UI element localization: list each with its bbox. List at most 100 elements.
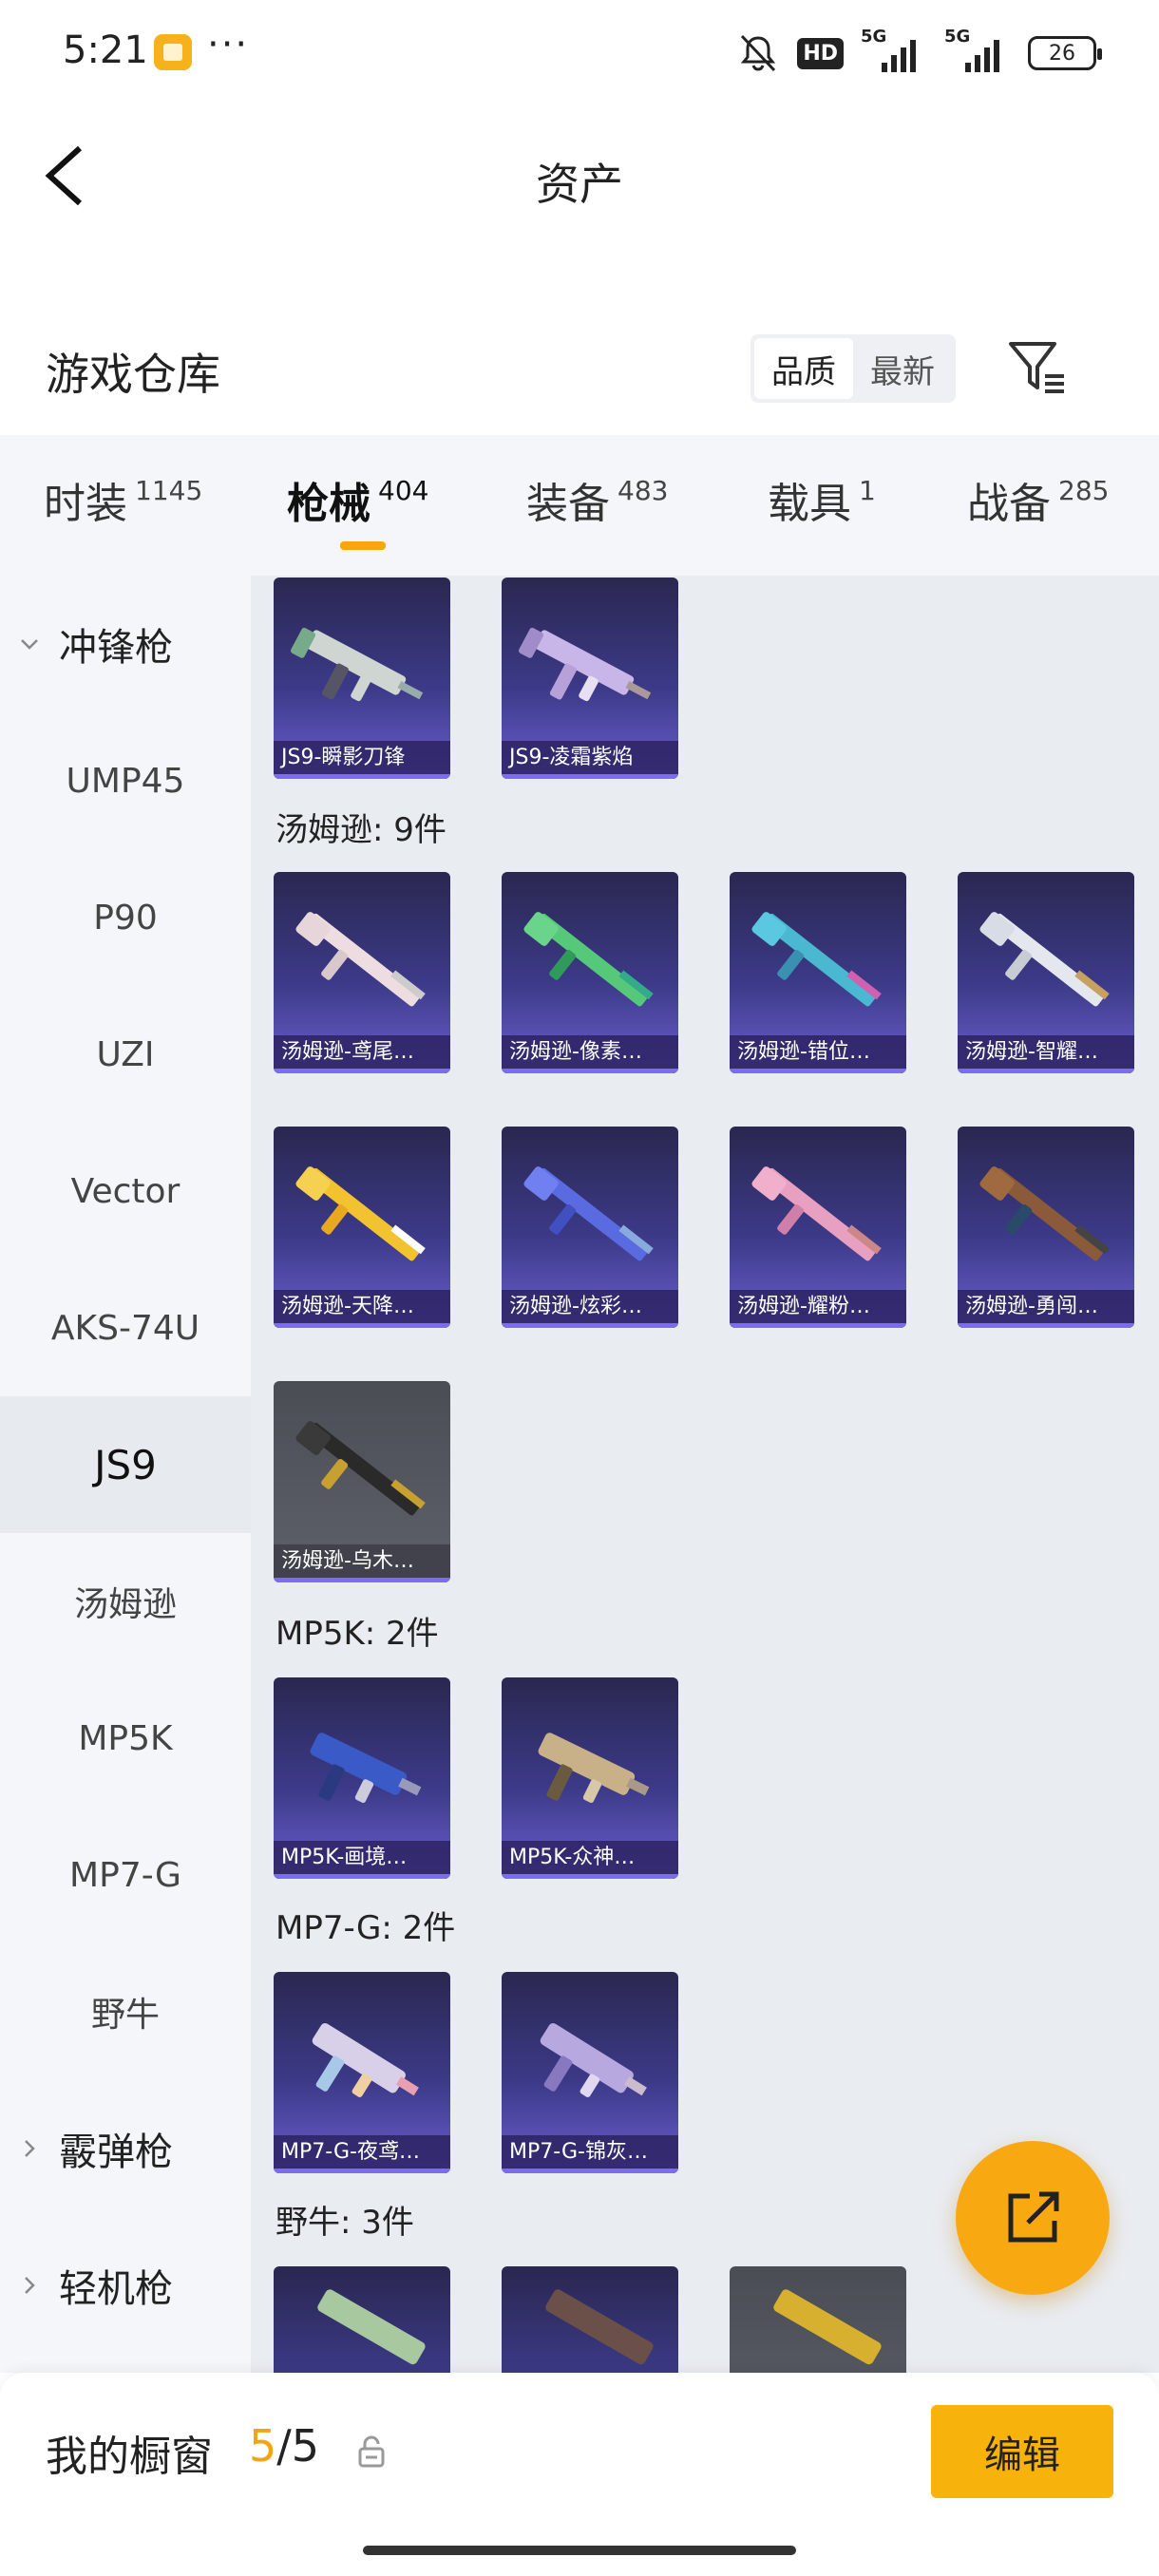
- weapon-card[interactable]: [502, 2266, 678, 2373]
- weapon-card[interactable]: MP7-G-锦灰…: [502, 1972, 678, 2173]
- sidebar-item-mp7g[interactable]: MP7-G: [0, 1807, 251, 1943]
- section-heading-thompson: 汤姆逊: 9件: [276, 811, 446, 849]
- weapon-card[interactable]: MP5K-画境…: [274, 1677, 450, 1879]
- weapon-card[interactable]: JS9-瞬影刀锋: [274, 578, 450, 779]
- weapon-card[interactable]: MP5K-众神…: [502, 1677, 678, 1879]
- weapon-card[interactable]: 汤姆逊-像素…: [502, 872, 678, 1073]
- sidebar-group-lmg[interactable]: 轻机枪: [0, 2217, 251, 2354]
- sort-quality-button[interactable]: 品质: [754, 338, 853, 399]
- smg-skin-icon: [540, 2022, 647, 2097]
- sort-toggle: 品质 最新: [750, 334, 956, 403]
- weapon-card-name: MP5K-众神…: [502, 1841, 678, 1879]
- sort-latest-button[interactable]: 最新: [853, 338, 952, 399]
- more-notifications-icon: ···: [207, 23, 250, 66]
- weapon-card[interactable]: [274, 2266, 450, 2373]
- smg-skin-icon: [538, 1733, 650, 1803]
- share-external-icon: [1008, 2191, 1059, 2243]
- tab-label: 装备: [526, 480, 610, 528]
- weapon-card-name: 汤姆逊-智耀…: [958, 1035, 1134, 1073]
- sidebar-item-uzi[interactable]: UZI: [0, 986, 251, 1123]
- sidebar-item-bizon[interactable]: 野牛: [0, 1943, 251, 2080]
- showcase-separator: /: [276, 2420, 292, 2472]
- home-indicator[interactable]: [363, 2546, 796, 2555]
- status-time: 5:21: [63, 28, 148, 72]
- rifle-skin-icon: [523, 1166, 654, 1261]
- weapon-card-name: 汤姆逊-天降…: [274, 1290, 450, 1328]
- rifle-skin-icon: [751, 1166, 882, 1261]
- tab-count: 1145: [135, 475, 203, 506]
- showcase-count: 5/5: [249, 2420, 319, 2472]
- share-button[interactable]: [956, 2141, 1110, 2295]
- sidebar-item-vector[interactable]: Vector: [0, 1123, 251, 1260]
- weapon-card[interactable]: JS9-凌霜紫焰: [502, 578, 678, 779]
- weapon-card-name: MP7-G-锦灰…: [502, 2135, 678, 2173]
- tab-count: 285: [1058, 475, 1110, 506]
- tab-label: 载具: [768, 480, 851, 528]
- tab-firearms[interactable]: 枪械 404: [287, 469, 428, 530]
- signal-icon-2: 5G: [944, 27, 1011, 72]
- tab-vehicles[interactable]: 载具 1: [768, 469, 876, 530]
- smg-skin-icon: [773, 2289, 882, 2365]
- mute-icon: [741, 34, 776, 72]
- tab-equipment[interactable]: 装备 483: [526, 469, 668, 530]
- section-heading-bizon: 野牛: 3件: [276, 2204, 414, 2242]
- weapon-card[interactable]: 汤姆逊-勇闯…: [958, 1127, 1134, 1328]
- weapon-category-sidebar: 冲锋枪 UMP45 P90 UZI Vector AKS-74U JS9 汤姆逊…: [0, 576, 251, 2373]
- sidebar-item-thompson[interactable]: 汤姆逊: [0, 1533, 251, 1670]
- smg-skin-icon: [545, 2289, 654, 2365]
- category-tabs: 时装 1145 枪械 404 装备 483 载具 1 战备 285: [0, 435, 1159, 576]
- app-notification-icon: [154, 34, 192, 70]
- weapon-card[interactable]: [730, 2266, 906, 2373]
- signal-icon: 5G: [861, 27, 927, 72]
- sidebar-item-mp5k[interactable]: MP5K: [0, 1670, 251, 1807]
- rifle-skin-icon: [523, 912, 654, 1007]
- sidebar-item-aks74u[interactable]: AKS-74U: [0, 1260, 251, 1396]
- weapon-card[interactable]: 汤姆逊-耀粉…: [730, 1127, 906, 1328]
- warehouse-title: 游戏仓库: [46, 349, 220, 400]
- weapon-card-name: JS9-瞬影刀锋: [274, 741, 450, 779]
- smg-skin-icon: [312, 2022, 419, 2097]
- chevron-down-icon: [21, 639, 38, 650]
- rifle-skin-icon: [979, 1166, 1110, 1261]
- weapon-card[interactable]: 汤姆逊-智耀…: [958, 872, 1134, 1073]
- edit-button[interactable]: 编辑: [931, 2405, 1113, 2498]
- tab-label: 时装: [44, 480, 127, 528]
- tab-combat-gear[interactable]: 战备 285: [967, 469, 1109, 530]
- active-tab-indicator: [340, 541, 386, 550]
- weapon-grid: JS9-瞬影刀锋 JS9-凌霜紫焰 汤姆逊: 9件 汤姆逊-鸢尾… 汤姆逊-像素…: [251, 576, 1159, 2373]
- section-heading-mp7g: MP7-G: 2件: [276, 1909, 456, 1947]
- weapon-card[interactable]: MP7-G-夜鸢…: [274, 1972, 450, 2173]
- rifle-skin-icon: [295, 1166, 426, 1261]
- weapon-card[interactable]: 汤姆逊-炫彩…: [502, 1127, 678, 1328]
- weapon-card-name: 汤姆逊-炫彩…: [502, 1290, 678, 1328]
- hd-icon: HD: [797, 37, 844, 69]
- weapon-card-name: 汤姆逊-耀粉…: [730, 1290, 906, 1328]
- tab-label: 战备: [967, 480, 1051, 528]
- sidebar-item-label: 冲锋枪: [59, 626, 173, 670]
- weapon-card[interactable]: 汤姆逊-错位…: [730, 872, 906, 1073]
- weapon-card-name: 汤姆逊-乌木…: [274, 1544, 450, 1582]
- smg-skin-icon: [518, 627, 652, 702]
- sidebar-item-p90[interactable]: P90: [0, 849, 251, 986]
- tab-count: 1: [859, 475, 876, 506]
- sidebar-group-smg[interactable]: 冲锋枪: [0, 576, 251, 712]
- section-heading-mp5k: MP5K: 2件: [276, 1615, 439, 1653]
- tab-count: 483: [618, 475, 669, 506]
- sidebar-group-shotgun[interactable]: 霰弹枪: [0, 2080, 251, 2217]
- smg-skin-icon: [317, 2289, 426, 2365]
- sidebar-item-label: 霰弹枪: [59, 2131, 173, 2174]
- weapon-card[interactable]: 汤姆逊-鸢尾…: [274, 872, 450, 1073]
- weapon-card[interactable]: 汤姆逊-乌木…: [274, 1381, 450, 1582]
- smg-skin-icon: [290, 627, 424, 702]
- sidebar-item-ump45[interactable]: UMP45: [0, 712, 251, 849]
- tab-outfits[interactable]: 时装 1145: [44, 469, 202, 530]
- showcase-label: 我的橱窗: [46, 2433, 213, 2481]
- weapon-card-name: 汤姆逊-错位…: [730, 1035, 906, 1073]
- sidebar-item-js9[interactable]: JS9: [0, 1396, 251, 1533]
- filter-icon[interactable]: [1007, 338, 1068, 397]
- page-title: 资产: [536, 159, 623, 210]
- weapon-card[interactable]: 汤姆逊-天降…: [274, 1127, 450, 1328]
- tab-label: 枪械: [287, 480, 370, 528]
- rifle-skin-icon: [295, 1421, 426, 1516]
- battery-level: 26: [1049, 41, 1075, 66]
